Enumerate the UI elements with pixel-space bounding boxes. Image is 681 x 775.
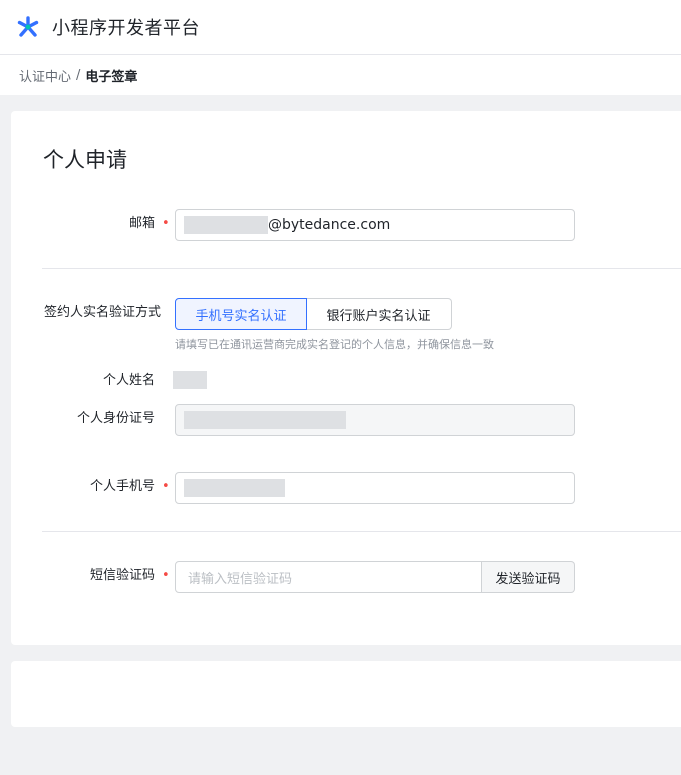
required-mark: •	[162, 216, 170, 231]
footer-card	[11, 661, 681, 727]
name-label: 个人姓名	[102, 373, 155, 388]
email-suffix: @bytedance.com	[268, 217, 391, 233]
top-bar: 小程序开发者平台	[0, 0, 681, 55]
email-redaction	[184, 216, 268, 234]
tab-phone-verification[interactable]: 手机号实名认证	[175, 298, 307, 330]
verify-method-hint: 请填写已在通讯运营商完成实名登记的个人信息，并确保信息一致	[175, 338, 494, 351]
verify-method-label: 签约人实名验证方式	[43, 305, 161, 320]
phone-label: 个人手机号	[89, 479, 155, 494]
id-number-field[interactable]	[175, 404, 575, 436]
required-mark: •	[162, 479, 170, 494]
send-code-button[interactable]: 发送验证码	[482, 561, 575, 593]
email-label: 邮箱	[128, 216, 155, 231]
asterisk-logo-icon[interactable]	[15, 14, 41, 40]
breadcrumb-current: 电子签章	[85, 69, 138, 85]
required-mark: •	[162, 568, 170, 583]
application-form-card: 个人申请 邮箱 • @bytedance.com 签约人实名验证方式 手机号实名…	[11, 111, 681, 645]
email-field[interactable]: @bytedance.com	[175, 209, 575, 241]
name-redaction	[173, 371, 207, 389]
divider	[42, 531, 681, 532]
phone-redaction	[184, 479, 285, 497]
page-title: 个人申请	[43, 148, 127, 172]
tab-bank-verification[interactable]: 银行账户实名认证	[306, 298, 452, 330]
phone-field[interactable]	[175, 472, 575, 504]
breadcrumb-separator: /	[76, 67, 81, 83]
divider	[42, 268, 681, 269]
app-title: 小程序开发者平台	[52, 18, 200, 39]
id-number-redaction	[184, 411, 346, 429]
sms-code-input[interactable]: 请输入短信验证码	[175, 561, 482, 593]
breadcrumb: 认证中心 / 电子签章	[0, 55, 681, 95]
sms-code-label: 短信验证码	[89, 568, 155, 583]
breadcrumb-parent-link[interactable]: 认证中心	[19, 66, 71, 85]
id-number-label: 个人身份证号	[76, 411, 155, 426]
